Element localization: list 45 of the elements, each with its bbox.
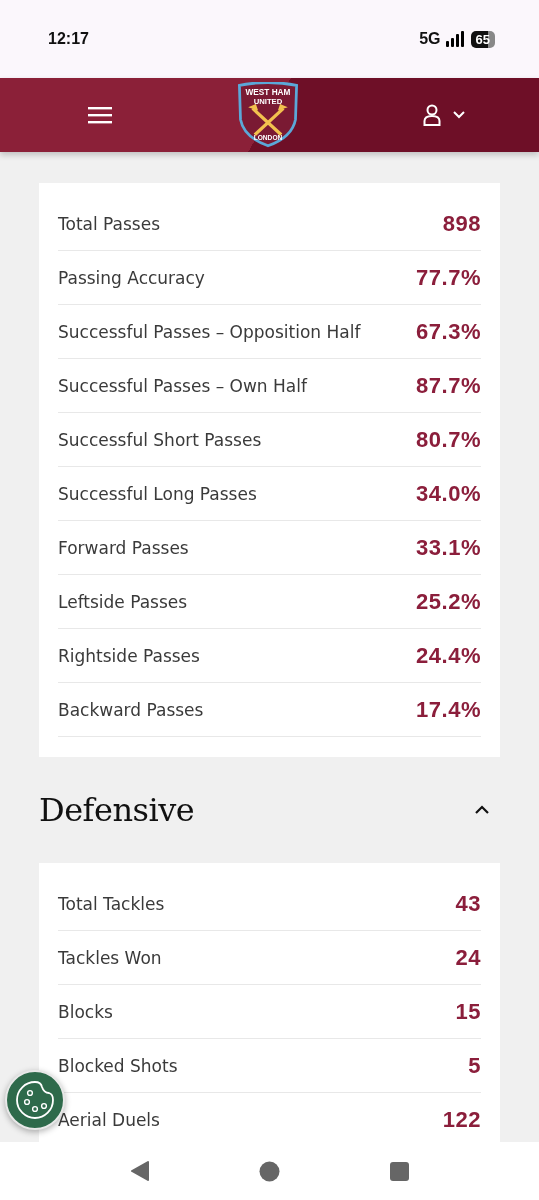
stat-value: 33.1% [416,534,481,561]
stat-value: 17.4% [416,696,481,723]
stat-label: Successful Passes – Own Half [58,375,307,396]
stat-value: 25.2% [416,588,481,615]
stat-value: 5 [468,1052,481,1079]
stat-label: Successful Passes – Opposition Half [58,321,361,342]
stat-label: Total Tackles [58,893,165,914]
stat-label: Forward Passes [58,537,189,558]
stat-label: Total Passes [58,213,161,234]
stat-value: 122 [442,1106,481,1133]
stat-value: 67.3% [416,318,481,345]
stat-label: Passing Accuracy [58,267,205,288]
stat-label: Blocks [58,1001,113,1022]
stat-value: 43 [455,890,481,917]
stat-value: 80.7% [416,426,481,453]
stat-value: 15 [455,998,481,1025]
signal-icon [445,31,466,47]
account-button[interactable] [421,102,467,128]
recents-icon[interactable] [389,1161,409,1181]
chevron-down-icon [453,111,465,119]
stat-label: Backward Passes [58,699,204,720]
stat-value: 24 [455,944,481,971]
user-icon [423,104,441,126]
stat-label: Successful Short Passes [58,429,262,450]
stat-value: 87.7% [416,372,481,399]
stat-label: Successful Long Passes [58,483,257,504]
back-icon[interactable] [130,1161,149,1181]
section-heading: Defensive [39,791,195,829]
stat-value: 34.0% [416,480,481,507]
stat-value: 24.4% [416,642,481,669]
cookie-icon [14,1079,56,1121]
stat-label: Blocked Shots [58,1055,178,1076]
battery-level: 65 [470,30,495,48]
network-type: 5G [419,30,441,48]
stat-label: Tackles Won [58,947,162,968]
stat-value: 898 [442,210,481,237]
stat-value: 77.7% [416,264,481,291]
status-time: 12:17 [48,30,89,48]
chevron-up-icon [474,805,490,815]
menu-button[interactable] [86,104,114,126]
stat-label: Leftside Passes [58,591,188,612]
stat-label: Rightside Passes [58,645,200,666]
stat-label: Aerial Duels [58,1109,160,1130]
home-icon[interactable] [258,1160,280,1182]
menu-icon [88,106,112,124]
